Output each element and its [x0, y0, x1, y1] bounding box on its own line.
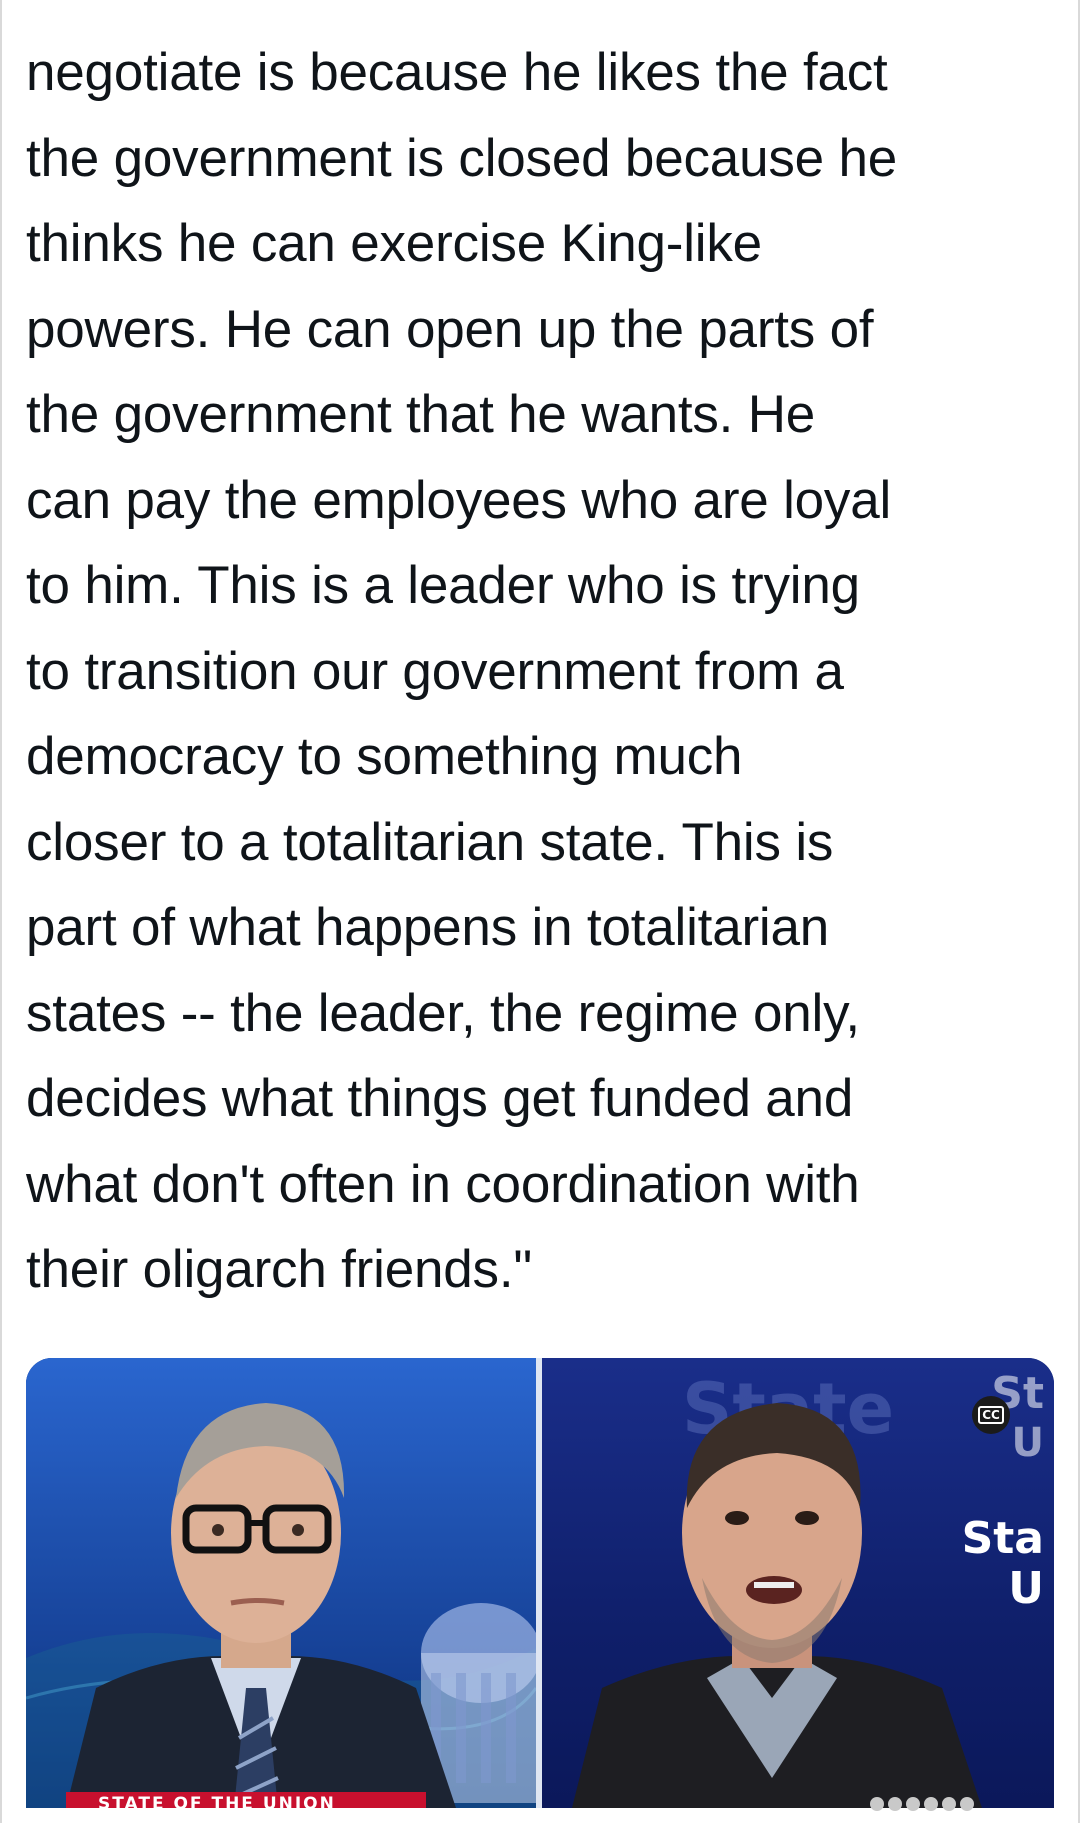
video-media[interactable]: STATE OF THE UNION State St U Sta U [26, 1358, 1054, 1808]
video-left-pane: STATE OF THE UNION [26, 1358, 536, 1808]
post-text-line: part of what happens in totalitarian [26, 898, 830, 957]
post-text-line: closer to a totalitarian state. This is [26, 812, 834, 872]
post-text-line: the government that he wants. He [26, 385, 816, 444]
post-text-line: to him. This is a leader who is trying [26, 556, 860, 615]
post-text-line: decides what things get funded and [26, 1069, 854, 1128]
watermark-dot [960, 1797, 974, 1811]
cc-icon: CC [978, 1406, 1004, 1424]
closed-captions-button[interactable]: CC [972, 1396, 1010, 1434]
post-text-line: can pay the employees who are loyal [26, 470, 892, 530]
post-text-line: the government is closed because he [26, 128, 897, 188]
post-text-line: states -- the leader, the regime only, [26, 983, 860, 1043]
frame-edge-left [0, 0, 2, 1823]
watermark-graphic [870, 1794, 1020, 1814]
watermark-dot [924, 1797, 938, 1811]
post-text-line: what don't often in coordination with [26, 1154, 860, 1214]
watermark-dot [888, 1797, 902, 1811]
lower-third-text: STATE OF THE UNION [98, 1794, 336, 1808]
post-text-line: their oligarch friends." [26, 1240, 532, 1299]
post-text: negotiate is because he likes the fact t… [26, 30, 1056, 1313]
post-text-line: negotiate is because he likes the fact [26, 43, 888, 102]
post-text-line: thinks he can exercise King-like [26, 214, 762, 273]
video-right-pane: State St U Sta U CC [542, 1358, 1054, 1808]
post-text-line: democracy to something much [26, 727, 743, 786]
watermark-dot [942, 1797, 956, 1811]
post-text-line: to transition our government from a [26, 641, 844, 701]
watermark-dot [870, 1797, 884, 1811]
host-figure [66, 1403, 456, 1808]
lower-third-banner: STATE OF THE UNION [66, 1792, 426, 1808]
post-text-line: powers. He can open up the parts of [26, 299, 874, 359]
watermark-dot [906, 1797, 920, 1811]
